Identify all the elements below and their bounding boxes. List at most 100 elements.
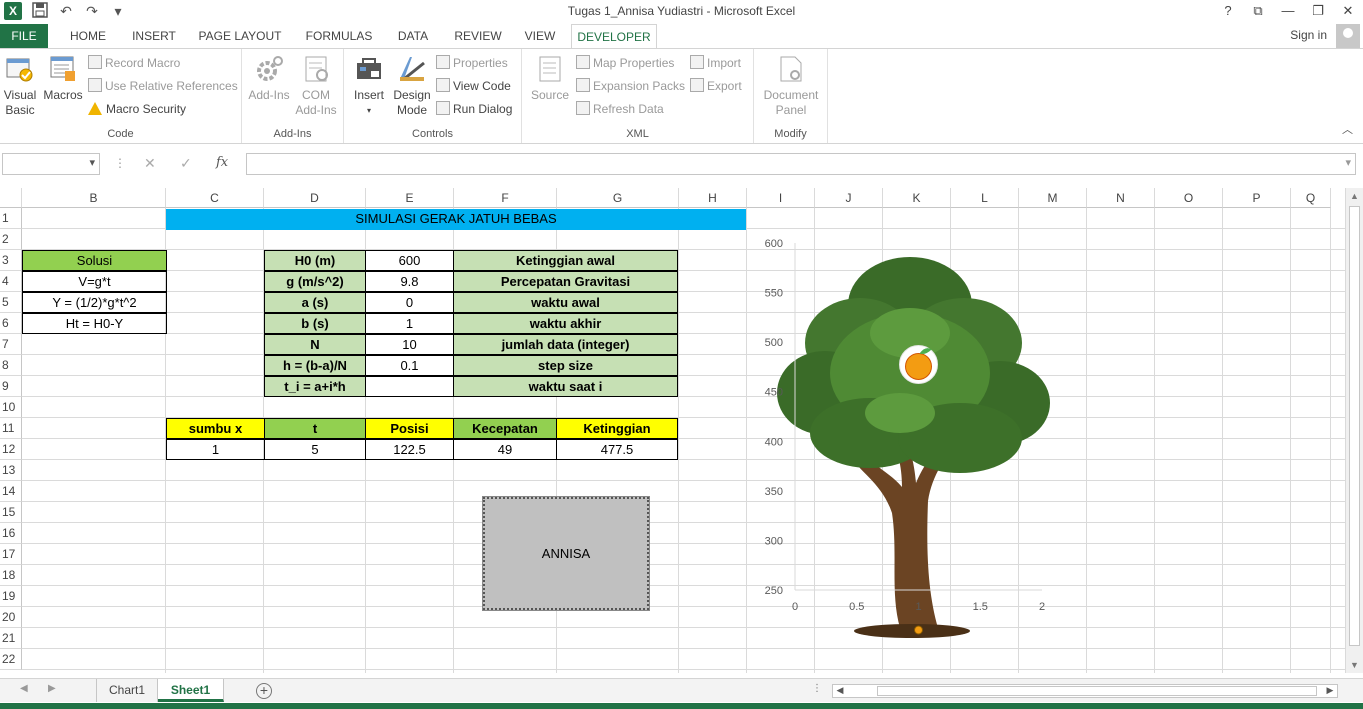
param-label-cell[interactable]: h = (b-a)/N bbox=[264, 355, 366, 376]
properties-button[interactable]: Properties bbox=[436, 53, 508, 73]
column-header[interactable]: B bbox=[22, 188, 166, 208]
param-desc-cell[interactable]: Ketinggian awal bbox=[453, 250, 678, 271]
column-header[interactable]: O bbox=[1155, 188, 1223, 208]
new-sheet-icon[interactable]: + bbox=[256, 683, 272, 699]
row-header[interactable]: 13 bbox=[0, 460, 22, 481]
visual-basic-button[interactable]: Visual Basic bbox=[2, 53, 38, 118]
view-code-button[interactable]: View Code bbox=[436, 76, 511, 96]
document-panel-button[interactable]: Document Panel bbox=[758, 53, 824, 118]
collapse-ribbon-icon[interactable]: ︿ bbox=[1342, 121, 1353, 137]
help-icon[interactable]: ? bbox=[1213, 0, 1243, 22]
vertical-scrollbar[interactable]: ▲ ▼ bbox=[1345, 188, 1363, 673]
import-button[interactable]: Import bbox=[690, 53, 741, 73]
export-button[interactable]: Export bbox=[690, 76, 742, 96]
horizontal-scrollbar[interactable]: ◀ ▶ bbox=[832, 684, 1338, 698]
row-header[interactable]: 10 bbox=[0, 397, 22, 418]
column-header[interactable]: G bbox=[557, 188, 679, 208]
results-value-cell[interactable]: 477.5 bbox=[556, 439, 678, 460]
column-header[interactable]: P bbox=[1223, 188, 1291, 208]
enter-icon[interactable]: ✓ bbox=[180, 155, 192, 172]
row-header[interactable]: 8 bbox=[0, 355, 22, 376]
tab-formulas[interactable]: FORMULAS bbox=[298, 24, 380, 48]
param-value-cell[interactable]: 10 bbox=[365, 334, 454, 355]
row-header[interactable]: 15 bbox=[0, 502, 22, 523]
column-header[interactable]: C bbox=[166, 188, 264, 208]
row-header[interactable]: 4 bbox=[0, 271, 22, 292]
param-label-cell[interactable]: b (s) bbox=[264, 313, 366, 334]
cancel-icon[interactable]: ✕ bbox=[144, 155, 156, 172]
row-header[interactable]: 14 bbox=[0, 481, 22, 502]
column-header[interactable]: F bbox=[454, 188, 557, 208]
scroll-down-icon[interactable]: ▼ bbox=[1346, 657, 1363, 673]
results-value-cell[interactable]: 1 bbox=[166, 439, 265, 460]
param-label-cell[interactable]: g (m/s^2) bbox=[264, 271, 366, 292]
sign-in-link[interactable]: Sign in bbox=[1290, 28, 1327, 42]
column-header[interactable]: D bbox=[264, 188, 366, 208]
column-header[interactable]: K bbox=[883, 188, 951, 208]
param-desc-cell[interactable]: waktu saat i bbox=[453, 376, 678, 397]
param-desc-cell[interactable]: waktu akhir bbox=[453, 313, 678, 334]
results-header-cell[interactable]: Kecepatan bbox=[453, 418, 557, 439]
row-header[interactable]: 2 bbox=[0, 229, 22, 250]
chart[interactable]: 250 300 350 400 450 500 550 600 0 0.5 1 1.5 2 bbox=[750, 233, 1060, 653]
horizontal-scroll-thumb[interactable] bbox=[877, 686, 1317, 696]
tab-home[interactable]: HOME bbox=[56, 24, 120, 48]
design-mode-button[interactable]: Design Mode bbox=[390, 53, 434, 118]
select-all-corner[interactable] bbox=[0, 188, 22, 208]
vertical-scroll-thumb[interactable] bbox=[1349, 206, 1360, 646]
results-header-cell[interactable]: sumbu x bbox=[166, 418, 265, 439]
results-value-cell[interactable]: 122.5 bbox=[365, 439, 454, 460]
scroll-up-icon[interactable]: ▲ bbox=[1346, 188, 1363, 204]
results-header-cell[interactable]: t bbox=[264, 418, 366, 439]
tab-insert[interactable]: INSERT bbox=[124, 24, 184, 48]
results-value-cell[interactable]: 49 bbox=[453, 439, 557, 460]
next-sheet-icon[interactable]: ▶ bbox=[48, 683, 56, 694]
param-desc-cell[interactable]: Percepatan Gravitasi bbox=[453, 271, 678, 292]
refresh-data-button[interactable]: Refresh Data bbox=[576, 99, 664, 119]
row-header[interactable]: 19 bbox=[0, 586, 22, 607]
source-button[interactable]: Source bbox=[528, 53, 572, 103]
column-header[interactable]: N bbox=[1087, 188, 1155, 208]
param-desc-cell[interactable]: jumlah data (integer) bbox=[453, 334, 678, 355]
row-header[interactable]: 21 bbox=[0, 628, 22, 649]
row-header[interactable]: 11 bbox=[0, 418, 22, 439]
row-header[interactable]: 5 bbox=[0, 292, 22, 313]
tab-developer[interactable]: DEVELOPER bbox=[571, 24, 657, 49]
tab-page-layout[interactable]: PAGE LAYOUT bbox=[190, 24, 290, 48]
row-header[interactable]: 1 bbox=[0, 208, 22, 229]
solusi-line[interactable]: Ht = H0-Y bbox=[22, 313, 167, 334]
com-addins-button[interactable]: COM Add-Ins bbox=[292, 53, 340, 118]
param-value-cell[interactable]: 0 bbox=[365, 292, 454, 313]
map-properties-button[interactable]: Map Properties bbox=[576, 53, 674, 73]
run-dialog-button[interactable]: Run Dialog bbox=[436, 99, 512, 119]
solusi-line[interactable]: V=g*t bbox=[22, 271, 167, 292]
prev-sheet-icon[interactable]: ◀ bbox=[20, 683, 28, 694]
tab-data[interactable]: DATA bbox=[388, 24, 438, 48]
param-label-cell[interactable]: N bbox=[264, 334, 366, 355]
ribbon-display-icon[interactable]: ⧉ bbox=[1243, 0, 1273, 22]
row-header[interactable]: 16 bbox=[0, 523, 22, 544]
title-banner[interactable]: SIMULASI GERAK JATUH BEBAS bbox=[166, 209, 746, 230]
column-header[interactable]: E bbox=[366, 188, 454, 208]
row-header[interactable]: 7 bbox=[0, 334, 22, 355]
row-header[interactable]: 9 bbox=[0, 376, 22, 397]
column-header[interactable]: M bbox=[1019, 188, 1087, 208]
row-header[interactable]: 3 bbox=[0, 250, 22, 271]
record-macro-button[interactable]: Record Macro bbox=[88, 53, 180, 73]
annisa-macro-button[interactable]: ANNISA bbox=[482, 496, 650, 611]
addins-button[interactable]: Add-Ins bbox=[246, 53, 292, 103]
param-value-cell[interactable]: 600 bbox=[365, 250, 454, 271]
row-header[interactable]: 17 bbox=[0, 544, 22, 565]
tab-file[interactable]: FILE bbox=[0, 24, 48, 48]
restore-icon[interactable]: ❐ bbox=[1303, 0, 1333, 22]
row-header[interactable]: 12 bbox=[0, 439, 22, 460]
tab-review[interactable]: REVIEW bbox=[448, 24, 508, 48]
param-value-cell[interactable]: 0.1 bbox=[365, 355, 454, 376]
param-desc-cell[interactable]: step size bbox=[453, 355, 678, 376]
expansion-packs-button[interactable]: Expansion Packs bbox=[576, 76, 685, 96]
row-header[interactable]: 18 bbox=[0, 565, 22, 586]
solusi-header[interactable]: Solusi bbox=[22, 250, 167, 271]
param-value-cell[interactable] bbox=[365, 376, 454, 397]
results-header-cell[interactable]: Posisi bbox=[365, 418, 454, 439]
param-label-cell[interactable]: t_i = a+i*h bbox=[264, 376, 366, 397]
